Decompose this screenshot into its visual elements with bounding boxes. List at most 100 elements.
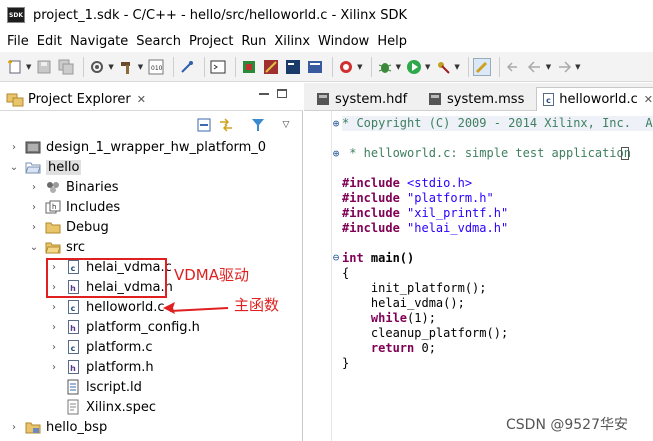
chevron-right-icon[interactable]: ›	[48, 361, 60, 373]
tab-helloworld-c[interactable]: c helloworld.c ✕	[536, 87, 653, 111]
code-line-include-3: #include "xil_printf.h"	[342, 206, 509, 220]
expand-fold-icon[interactable]: ⊕	[330, 147, 342, 160]
code-text-area[interactable]: ⊕ * Copyright (C) 2009 - 2014 Xilinx, In…	[304, 111, 653, 441]
hw-platform-project-icon	[24, 139, 42, 155]
chevron-down-icon[interactable]: ▼	[575, 63, 580, 71]
tree-item-binaries[interactable]: › Binaries	[0, 177, 303, 197]
chevron-down-icon[interactable]: ▼	[138, 63, 143, 71]
minimize-button[interactable]	[259, 93, 269, 95]
chevron-down-icon[interactable]: ⌄	[8, 161, 20, 173]
console-icon[interactable]	[284, 58, 302, 76]
tree-item-debug[interactable]: › Debug	[0, 217, 303, 237]
build-hammer-icon[interactable]	[118, 58, 136, 76]
chevron-down-icon[interactable]: ▼	[454, 63, 459, 71]
close-icon[interactable]: ✕	[644, 93, 653, 106]
source-folder-icon	[44, 239, 62, 255]
chevron-down-icon[interactable]: ▼	[546, 63, 551, 71]
menu-file[interactable]: File	[7, 34, 29, 49]
code-line-include-4: #include "helai_vdma.h"	[342, 221, 509, 235]
h-file-icon: h	[64, 359, 82, 375]
chevron-down-icon[interactable]: ▼	[26, 63, 31, 71]
view-menu-icon[interactable]: ▽	[278, 117, 294, 133]
xmd-icon[interactable]	[337, 58, 355, 76]
collapse-fold-icon[interactable]: ⊖	[330, 251, 342, 264]
code-editor: system.hdf system.mss c helloworld.c ✕ ⊕…	[304, 83, 653, 441]
debug-tool-icon[interactable]	[178, 58, 196, 76]
program-fpga-icon[interactable]	[240, 58, 258, 76]
last-edit-icon[interactable]	[504, 58, 522, 76]
tree-item-platform-h[interactable]: › h platform.h	[0, 357, 303, 377]
tree-item-platform-config-h[interactable]: › h platform_config.h	[0, 317, 303, 337]
tree-item-includes[interactable]: › h Includes	[0, 197, 303, 217]
new-icon[interactable]	[6, 58, 24, 76]
project-explorer-icon	[6, 93, 24, 107]
tree-item-hello[interactable]: ⌄ hello	[0, 157, 303, 177]
forward-arrow-icon[interactable]	[555, 58, 573, 76]
repository-icon[interactable]	[306, 58, 324, 76]
chevron-down-icon[interactable]: ▼	[396, 63, 401, 71]
generate-bsp-icon[interactable]: 010	[147, 58, 165, 76]
menu-help[interactable]: Help	[377, 34, 407, 49]
tree-item-xilinx-spec[interactable]: Xilinx.spec	[0, 397, 303, 417]
save-all-icon[interactable]	[57, 58, 75, 76]
menu-run[interactable]: Run	[241, 34, 266, 49]
terminal-icon[interactable]	[209, 58, 227, 76]
tab-label: system.hdf	[335, 91, 408, 107]
code-line-return: return 0;	[342, 341, 436, 355]
code-line-main: int main()	[342, 251, 415, 265]
tree-item-label: hello_bsp	[46, 419, 108, 435]
menu-search[interactable]: Search	[136, 34, 181, 49]
menu-project[interactable]: Project	[189, 34, 233, 49]
h-file-icon: h	[64, 319, 82, 335]
chevron-right-icon[interactable]: ›	[48, 301, 60, 313]
chevron-right-icon[interactable]: ›	[28, 181, 40, 193]
main-function-annotation: 主函数	[234, 296, 280, 314]
chevron-down-icon[interactable]: ▼	[108, 63, 113, 71]
menu-xilinx[interactable]: Xilinx	[274, 34, 310, 49]
link-with-editor-icon[interactable]	[218, 117, 234, 133]
hardware-icon[interactable]	[262, 58, 280, 76]
spec-file-icon	[64, 399, 82, 415]
tree-item-label: Debug	[66, 219, 109, 235]
chevron-down-icon[interactable]: ▼	[357, 63, 362, 71]
code-line-cleanup: cleanup_platform();	[342, 326, 509, 340]
external-tools-icon[interactable]	[434, 58, 452, 76]
save-icon[interactable]	[35, 58, 53, 76]
chevron-right-icon[interactable]: ›	[28, 201, 40, 213]
binaries-icon	[44, 179, 62, 195]
mark-occurrences-icon[interactable]	[472, 57, 491, 76]
tree-item-label: design_1_wrapper_hw_platform_0	[46, 139, 267, 155]
menu-edit[interactable]: Edit	[37, 34, 62, 49]
mss-file-icon	[429, 93, 441, 105]
chevron-right-icon[interactable]: ›	[8, 421, 20, 433]
chevron-right-icon[interactable]: ›	[8, 141, 20, 153]
tree-item-design-wrapper[interactable]: › design_1_wrapper_hw_platform_0	[0, 137, 303, 157]
chevron-right-icon[interactable]: ›	[48, 321, 60, 333]
tree-item-src[interactable]: ⌄ src	[0, 237, 303, 257]
tab-system-mss[interactable]: system.mss	[422, 87, 534, 111]
tree-item-hello-bsp[interactable]: › hello_bsp	[0, 417, 303, 437]
maximize-button[interactable]	[277, 89, 287, 98]
chevron-right-icon[interactable]: ›	[28, 221, 40, 233]
filter-icon[interactable]	[250, 117, 266, 133]
close-icon[interactable]: ✕	[137, 93, 146, 106]
menu-navigate[interactable]: Navigate	[70, 34, 128, 49]
back-arrow-icon[interactable]	[526, 58, 544, 76]
code-line-include-2: #include "platform.h"	[342, 191, 494, 205]
run-icon[interactable]	[405, 58, 423, 76]
debug-bug-icon[interactable]	[376, 58, 394, 76]
tree-item-lscript-ld[interactable]: lscript.ld	[0, 377, 303, 397]
chevron-right-icon[interactable]: ›	[48, 341, 60, 353]
tree-item-platform-c[interactable]: › c platform.c	[0, 337, 303, 357]
tab-project-explorer[interactable]: Project Explorer ✕	[4, 87, 146, 111]
chevron-down-icon[interactable]: ⌄	[28, 241, 40, 253]
tab-system-hdf[interactable]: system.hdf	[310, 87, 422, 111]
c-file-icon: c	[543, 92, 554, 107]
vdma-annotation: VDMA驱动	[174, 266, 250, 284]
collapse-all-icon[interactable]	[196, 117, 212, 133]
menu-window[interactable]: Window	[318, 34, 369, 49]
chevron-down-icon[interactable]: ▼	[425, 63, 430, 71]
expand-fold-icon[interactable]: ⊕	[330, 117, 342, 130]
toolbar-divider	[498, 56, 500, 77]
settings-gear-icon[interactable]	[88, 58, 106, 76]
